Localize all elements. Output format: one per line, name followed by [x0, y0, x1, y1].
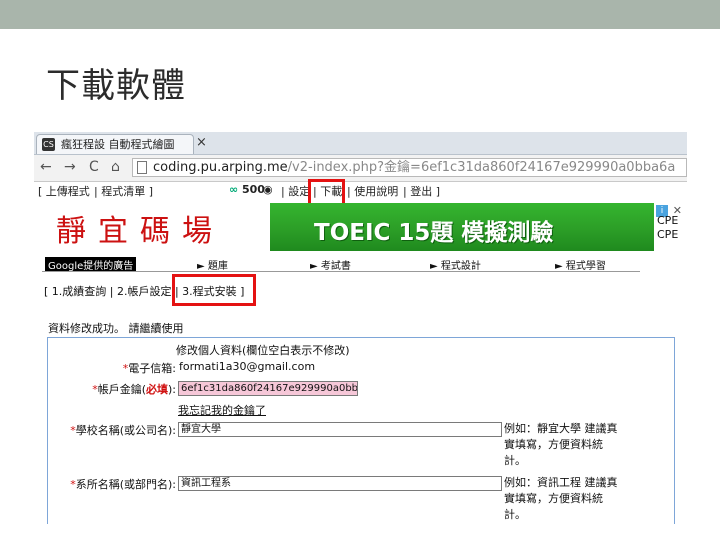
back-icon[interactable]: ←	[40, 159, 52, 175]
links-divider	[42, 271, 640, 272]
school-input[interactable]: 靜宜大學	[178, 422, 502, 437]
site-logo: 靜宜碼場	[56, 214, 224, 249]
browser-screenshot: CS 瘋狂程設 自動程式繪圖 × ← → C ⌂ coding.pu.arpin…	[34, 132, 687, 524]
form-title: 修改個人資料(欄位空白表示不修改)	[176, 344, 350, 357]
slide-top-bar	[0, 0, 720, 29]
menu-settings[interactable]: | 設定	[281, 183, 310, 199]
menu-help[interactable]: | 使用說明	[347, 183, 398, 199]
school-hint: 例如：靜宜大學 建議真實填寫，方便資料統計。	[504, 422, 618, 467]
ad-text: TOEIC 15題 模擬測驗	[314, 220, 554, 246]
key-label: *帳戶金鑰(必填):	[92, 383, 176, 396]
ad-banner[interactable]: TOEIC 15題 模擬測驗 i ✕	[270, 203, 682, 251]
forward-icon[interactable]: →	[64, 159, 76, 175]
highlight-install-box	[172, 274, 256, 306]
site-favicon-icon: CS	[42, 138, 55, 151]
forgot-key-link[interactable]: 我忘記我的金鑰了	[178, 402, 266, 418]
menu-logout[interactable]: | 登出 ]	[403, 183, 440, 199]
page-icon	[137, 161, 147, 174]
address-bar[interactable]: coding.pu.arping.me/v2-index.php?金鑰=6ef1…	[132, 158, 687, 177]
ad-side-line: CPE	[657, 228, 679, 241]
google-ads-label: Google提供的廣告	[45, 257, 137, 272]
url-path: /v2-index.php?金鑰=6ef1c31da860f24167e9299…	[287, 160, 676, 175]
account-key-input[interactable]: 6ef1c31da860f24167e929990a0bba6a	[178, 381, 358, 396]
coin-icon: ◉	[263, 183, 273, 196]
google-links-bar: Google提供的廣告 ► 題庫 ► 考試書 ► 程式設計 ► 程式學習	[42, 257, 642, 272]
email-value: formati1a30@gmail.com	[179, 360, 316, 373]
dept-input[interactable]: 資訊工程系	[178, 476, 502, 491]
email-label: *電子信箱:	[122, 362, 176, 375]
slide-title: 下載軟體	[46, 66, 186, 106]
menu-upload[interactable]: [ 上傳程式	[38, 183, 90, 199]
url-host: coding.pu.arping.me	[153, 160, 288, 175]
site-top-menu: [ 上傳程式 | 程式清單 ] ∞ 500 ◉ | 設定 | 下載 | 使用說明…	[34, 182, 687, 198]
infinity-icon: ∞	[229, 183, 239, 196]
profile-form: 修改個人資料(欄位空白表示不修改) *電子信箱: formati1a30@gma…	[47, 337, 675, 524]
link-item[interactable]: ► 程式設計	[430, 257, 481, 272]
tab-title: 瘋狂程設 自動程式繪圖	[61, 138, 175, 151]
ad-side-line: CPE	[657, 214, 679, 227]
menu-points: 500	[242, 183, 265, 196]
dept-label: *系所名稱(或部門名):	[70, 478, 176, 491]
menu-program-list[interactable]: | 程式清單 ]	[94, 183, 153, 199]
link-item[interactable]: ► 題庫	[197, 257, 228, 272]
home-icon[interactable]: ⌂	[111, 159, 120, 175]
reload-icon[interactable]: C	[89, 159, 99, 175]
site-banner: 靜宜碼場 TOEIC 15題 模擬測驗 i ✕ CPE CPE	[34, 200, 687, 255]
close-tab-icon[interactable]: ×	[196, 135, 207, 150]
tab-strip: CS 瘋狂程設 自動程式繪圖 ×	[34, 132, 687, 155]
link-item[interactable]: ► 考試書	[310, 257, 351, 272]
school-label: *學校名稱(或公司名):	[70, 424, 176, 437]
browser-tab[interactable]: CS 瘋狂程設 自動程式繪圖	[36, 134, 194, 154]
success-message: 資料修改成功。 請繼續使用	[48, 322, 184, 335]
dept-hint: 例如：資訊工程 建議真實填寫，方便資料統計。	[504, 476, 618, 521]
ad-side-text: CPE CPE	[657, 214, 678, 242]
browser-toolbar: ← → C ⌂ coding.pu.arping.me/v2-index.php…	[34, 155, 687, 182]
link-item[interactable]: ► 程式學習	[555, 257, 606, 272]
